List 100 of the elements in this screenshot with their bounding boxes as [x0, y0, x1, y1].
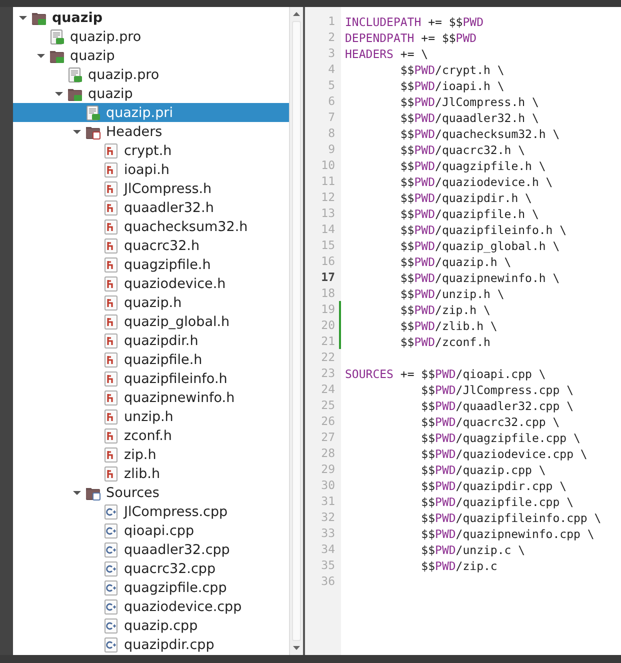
tree-item[interactable]: quacrc32.cpp [13, 559, 289, 578]
tree-item[interactable]: quagzipfile.h [13, 255, 289, 274]
code-line: $$PWD/quagzipfile.h \ [399, 159, 546, 173]
tree-item[interactable]: quazip [13, 46, 289, 65]
line-number: 22 [321, 350, 335, 364]
tree-item-label: quazip.pro [70, 28, 142, 44]
tree-item[interactable]: quachecksum32.h [13, 217, 289, 236]
code-line: $$PWD/quazip_global.h \ [399, 239, 560, 253]
tree-item[interactable]: quazipnewinfo.h [13, 388, 289, 407]
tree-item[interactable]: zconf.h [13, 426, 289, 445]
header-file-icon [103, 446, 119, 462]
code-line: $$PWD/quachecksum32.h \ [399, 127, 560, 141]
source-file-icon [103, 598, 119, 614]
tree-item-label: quaziodevice.cpp [124, 598, 242, 614]
line-number: 36 [321, 574, 335, 588]
tree-item-label: quazip_global.h [124, 314, 230, 330]
tree-item[interactable]: zip.h [13, 445, 289, 464]
header-file-icon [103, 142, 119, 158]
tree-item[interactable]: quazip.cpp [13, 616, 289, 635]
code-line: $$PWD/zip.h \ [399, 303, 490, 317]
code-line: $$PWD/quaziodevice.cpp \ [420, 447, 588, 461]
header-file-icon [103, 332, 119, 348]
line-number: 18 [321, 286, 335, 300]
line-number: 23 [321, 366, 335, 380]
tree-item[interactable]: quazip.pro [13, 65, 289, 84]
tree-item[interactable]: quaadler32.h [13, 198, 289, 217]
tree-item-label: quazip.cpp [124, 618, 198, 634]
tree-item[interactable]: quazip_global.h [13, 312, 289, 331]
code-line: DEPENDPATH += $$PWD [345, 31, 477, 45]
tree-item[interactable]: unzip.h [13, 407, 289, 426]
line-number: 15 [321, 238, 335, 252]
code-line: $$PWD/quaadler32.cpp \ [420, 399, 574, 413]
line-number: 32 [321, 510, 335, 524]
header-file-icon [103, 370, 119, 386]
tree-item[interactable]: JlCompress.cpp [13, 502, 289, 521]
tree-item[interactable]: quacrc32.h [13, 236, 289, 255]
code-line: $$PWD/zlib.h \ [399, 319, 498, 333]
code-line: $$PWD/quazipnewinfo.cpp \ [420, 527, 594, 541]
tree-item-label: Sources [106, 484, 160, 500]
header-file-icon [103, 180, 119, 196]
tree-item[interactable]: zlib.h [13, 464, 289, 483]
code-line: $$PWD/quagzipfile.cpp \ [420, 431, 580, 445]
line-number: 35 [321, 558, 335, 572]
code-editor[interactable] [303, 7, 621, 655]
project-file-icon [49, 28, 65, 44]
tree-item-label: quazipdir.h [124, 332, 198, 348]
code-line: $$PWD/zconf.h [399, 335, 490, 349]
tree-item-label: JlCompress.h [124, 180, 212, 196]
tree-item[interactable]: qioapi.cpp [13, 521, 289, 540]
source-file-icon [103, 522, 119, 538]
tree-item[interactable]: quazip.pri [13, 103, 289, 122]
tree-item-label: JlCompress.cpp [124, 504, 228, 520]
code-line: $$PWD/quaziodevice.h \ [399, 175, 553, 189]
tree-item[interactable]: quazip [13, 8, 289, 27]
tree-item-label: zconf.h [124, 428, 172, 444]
line-number: 17 [321, 270, 335, 284]
tree-item[interactable]: JlCompress.h [13, 179, 289, 198]
tree-item[interactable]: quazipfileinfo.h [13, 369, 289, 388]
line-number: 14 [321, 222, 335, 236]
code-line: $$PWD/quazipdir.h \ [399, 191, 532, 205]
line-number: 29 [321, 462, 335, 476]
line-number: 31 [321, 494, 335, 508]
header-file-icon [103, 294, 119, 310]
tree-item[interactable]: quazipfile.h [13, 350, 289, 369]
tree-item[interactable]: quazipdir.h [13, 331, 289, 350]
tree-item-label: quazip [52, 10, 103, 26]
tree-item-label: zip.h [124, 446, 156, 462]
tree-item-label: quazip [88, 86, 133, 102]
code-line: $$PWD/quacrc32.cpp \ [420, 415, 560, 429]
code-line: $$PWD/unzip.c \ [420, 543, 526, 557]
tree-item[interactable]: quazipdir.cpp [13, 635, 289, 654]
tree-item[interactable]: crypt.h [13, 141, 289, 160]
tree-item[interactable]: ioapi.h [13, 160, 289, 179]
code-line: $$PWD/quazipnewinfo.h \ [399, 271, 560, 285]
tree-item[interactable]: quazip.h [13, 293, 289, 312]
tree-item[interactable]: quagzipfile.cpp [13, 578, 289, 597]
tree-item[interactable]: quaadler32.cpp [13, 540, 289, 559]
code-line: $$PWD/quazipfileinfo.cpp \ [420, 511, 602, 525]
tree-item-label: quaadler32.cpp [124, 542, 230, 558]
tree-item[interactable]: Headers [13, 122, 289, 141]
tree-item[interactable]: quaziodevice.h [13, 274, 289, 293]
line-number: 8 [328, 126, 335, 140]
code-line: $$PWD/quazip.cpp \ [420, 463, 546, 477]
line-number: 12 [321, 190, 335, 204]
line-number: 13 [321, 206, 335, 220]
tree-item[interactable]: quazip.pro [13, 27, 289, 46]
tree-item[interactable]: quaziodevice.cpp [13, 597, 289, 616]
tree-item[interactable]: quazip [13, 84, 289, 103]
line-number: 25 [321, 398, 335, 412]
source-file-icon [103, 580, 119, 596]
scrollbar[interactable] [289, 7, 303, 655]
line-number: 24 [321, 382, 335, 396]
line-number: 27 [321, 430, 335, 444]
line-number: 2 [328, 30, 335, 44]
line-number: 30 [321, 478, 335, 492]
tree-item[interactable]: Sources [13, 483, 289, 502]
code-line: $$PWD/ioapi.h \ [399, 79, 504, 93]
source-file-icon [103, 504, 119, 520]
code-line: $$PWD/quazipfile.cpp \ [420, 495, 574, 509]
tree-item-label: quazip.pri [106, 104, 173, 120]
